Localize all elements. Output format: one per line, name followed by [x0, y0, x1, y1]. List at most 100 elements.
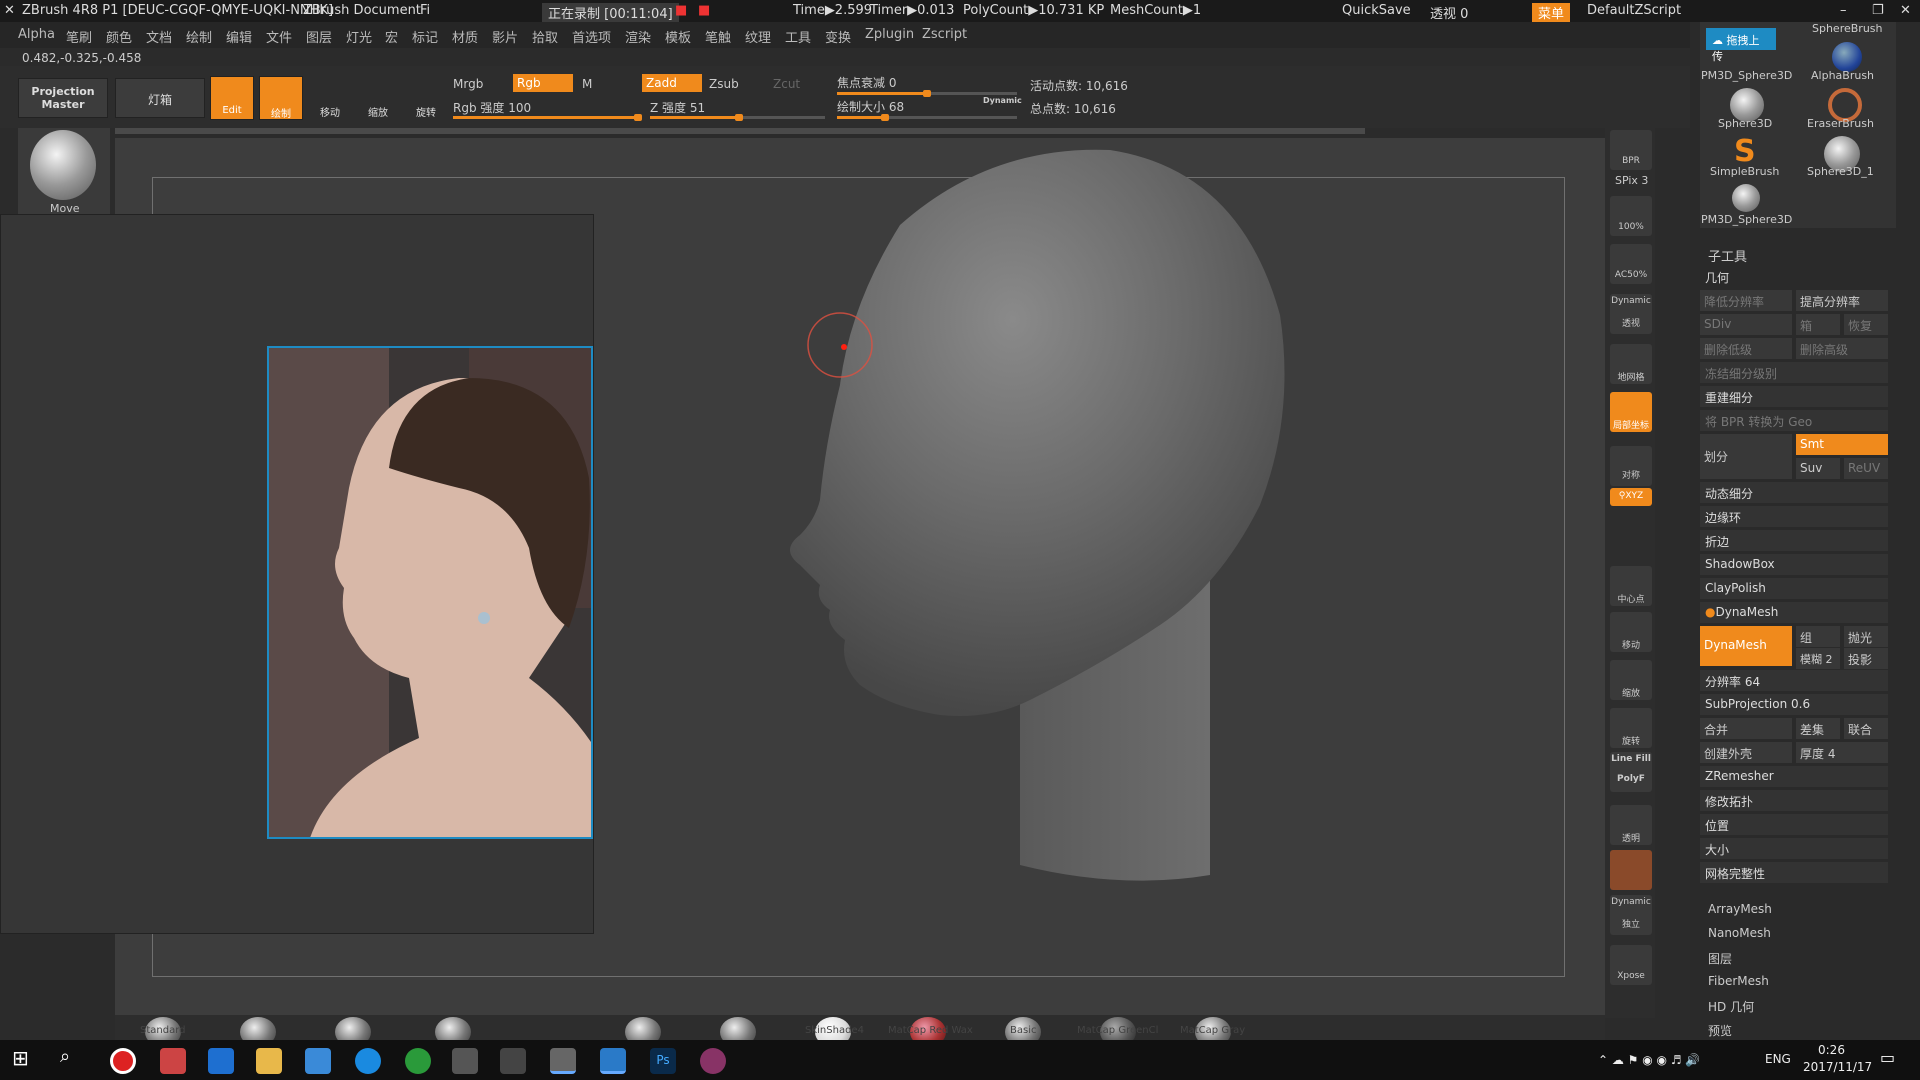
crease-section[interactable]: 折边	[1700, 530, 1888, 551]
tool-eraserbrush[interactable]: EraserBrush	[1807, 117, 1874, 130]
menu-file[interactable]: 文件	[266, 27, 292, 46]
move-view-button[interactable]: 移动	[1610, 612, 1652, 652]
subtool-header[interactable]: 子工具	[1708, 246, 1747, 265]
lower-res-button[interactable]: 降低分辨率	[1700, 290, 1792, 311]
project-toggle[interactable]: 投影	[1844, 648, 1888, 669]
z-intensity-slider[interactable]	[650, 114, 825, 121]
app-icon-5[interactable]	[305, 1048, 331, 1074]
menu-draw[interactable]: 绘制	[186, 27, 212, 46]
menu-stencil[interactable]: 模板	[665, 27, 691, 46]
menu-stroke[interactable]: 笔触	[705, 27, 731, 46]
arraymesh-section[interactable]: ArrayMesh	[1708, 902, 1772, 916]
geometry-header[interactable]: 几何	[1700, 266, 1888, 287]
cage-button[interactable]: 箱	[1796, 314, 1840, 335]
m-button[interactable]: M	[582, 77, 592, 91]
app-icon-3[interactable]	[208, 1048, 234, 1074]
menu-light[interactable]: 灯光	[346, 27, 372, 46]
menu-macro[interactable]: 宏	[385, 27, 398, 46]
merge-button[interactable]: 合并	[1700, 718, 1792, 739]
create-shell-button[interactable]: 创建外壳	[1700, 742, 1792, 763]
rgb-intensity-slider[interactable]	[453, 114, 642, 121]
menu-color[interactable]: 颜色	[106, 27, 132, 46]
shadowbox-section[interactable]: ShadowBox	[1700, 554, 1888, 575]
quicksave-button[interactable]: QuickSave	[1342, 3, 1411, 18]
xyz-button[interactable]: ⚲XYZ	[1610, 488, 1652, 506]
union-button[interactable]: 联合	[1844, 718, 1888, 739]
blur-slider[interactable]: 模糊 2	[1796, 648, 1840, 669]
linefill-button[interactable]: Line Fill PolyF	[1610, 752, 1652, 792]
menu-marker[interactable]: 标记	[412, 27, 438, 46]
zoom-view-button[interactable]: 缩放	[1610, 660, 1652, 700]
claypolish-section[interactable]: ClayPolish	[1700, 578, 1888, 599]
upload-button[interactable]: ☁ 拖拽上传	[1706, 28, 1776, 63]
symmetry-button[interactable]: 对称	[1610, 446, 1652, 486]
menu-edit[interactable]: 编辑	[226, 27, 252, 46]
difference-button[interactable]: 差集	[1796, 718, 1840, 739]
dynamesh-section[interactable]: ●DynaMesh	[1700, 602, 1888, 623]
subprojection-slider[interactable]: SubProjection 0.6	[1700, 694, 1888, 715]
bpr-to-geo-button[interactable]: 将 BPR 转换为 Geo	[1700, 410, 1888, 431]
record-app-icon[interactable]	[110, 1048, 136, 1074]
menu-preferences[interactable]: 首选项	[572, 27, 611, 46]
lang-indicator[interactable]: ENG	[1765, 1052, 1791, 1066]
menu-render[interactable]: 渲染	[625, 27, 651, 46]
freeze-subdiv-button[interactable]: 冻结细分级别	[1700, 362, 1888, 383]
clock-date[interactable]: 2017/11/17	[1803, 1060, 1872, 1074]
resolution-slider[interactable]: 分辨率 64	[1700, 670, 1888, 691]
tool-sphere3d-1[interactable]: Sphere3D_1	[1807, 165, 1874, 178]
group-toggle[interactable]: 组	[1796, 626, 1840, 647]
modify-topology-section[interactable]: 修改拓扑	[1700, 790, 1888, 811]
hd-geometry-section[interactable]: HD 几何	[1708, 998, 1754, 1015]
record-stop-icon[interactable]: ■	[675, 3, 687, 18]
draw-size-slider[interactable]	[837, 114, 1017, 121]
tool-pm3d-sphere[interactable]: PM3D_Sphere3D	[1701, 69, 1792, 82]
layers-section[interactable]: 图层	[1708, 950, 1732, 967]
transparency-slider[interactable]: 透视 0	[1430, 3, 1468, 22]
perspective-button[interactable]: Dynamic 透视	[1610, 294, 1652, 334]
canvas-scrollbar[interactable]	[115, 128, 1365, 134]
tool-pm3d-sphere-2[interactable]: PM3D_Sphere3D	[1701, 213, 1792, 226]
fibermesh-section[interactable]: FiberMesh	[1708, 974, 1769, 988]
app-icon-2[interactable]	[160, 1048, 186, 1074]
edit-button[interactable]: Edit	[210, 76, 254, 120]
zadd-button[interactable]: Zadd	[642, 74, 702, 92]
higher-res-button[interactable]: 提高分辨率	[1796, 290, 1888, 311]
zoom100-button[interactable]: 100%	[1610, 196, 1652, 236]
rotate-button[interactable]: 旋转	[404, 76, 448, 120]
zremesher-section[interactable]: ZRemesher	[1700, 766, 1888, 787]
del-lower-button[interactable]: 删除低级	[1700, 338, 1792, 359]
brush-thumbnail[interactable]: Move	[18, 128, 110, 215]
menu-picker[interactable]: 拾取	[532, 27, 558, 46]
edgeloop-section[interactable]: 边缘环	[1700, 506, 1888, 527]
preview-section[interactable]: 预览	[1708, 1022, 1732, 1039]
fi-toggle[interactable]: Fi	[420, 3, 430, 18]
floor-button[interactable]: 地网格	[1610, 344, 1652, 384]
tool-spherebrush[interactable]: SphereBrush	[1812, 22, 1883, 35]
zsub-button[interactable]: Zsub	[709, 77, 739, 91]
menu-zplugin[interactable]: Zplugin	[865, 27, 914, 42]
app-icon-9[interactable]	[500, 1048, 526, 1074]
polish-toggle[interactable]: 抛光	[1844, 626, 1888, 647]
move-button[interactable]: 移动	[308, 76, 352, 120]
zcut-button[interactable]: Zcut	[773, 77, 800, 91]
divide-button[interactable]: 划分	[1700, 434, 1792, 479]
maximize-icon[interactable]: ❐	[1872, 3, 1884, 18]
clock-time[interactable]: 0:26	[1818, 1043, 1845, 1057]
menu-layer[interactable]: 图层	[306, 27, 332, 46]
menu-texture[interactable]: 纹理	[745, 27, 771, 46]
sdiv-slider[interactable]: SDiv	[1700, 314, 1792, 335]
lightbox-button[interactable]: 灯箱	[115, 78, 205, 118]
menu-movie[interactable]: 影片	[492, 27, 518, 46]
draw-button[interactable]: 绘制	[259, 76, 303, 120]
rgb-button[interactable]: Rgb	[513, 74, 573, 92]
dynamesh-button[interactable]: DynaMesh	[1700, 626, 1792, 666]
dynamic-toggle[interactable]: Dynamic	[983, 96, 1022, 105]
app-icon-7[interactable]	[405, 1048, 431, 1074]
reuv-button[interactable]: ReUV	[1844, 458, 1888, 479]
record-pause-icon[interactable]: ■	[698, 3, 710, 18]
restore-button[interactable]: 恢复	[1844, 314, 1888, 335]
del-higher-button[interactable]: 删除高级	[1796, 338, 1888, 359]
size-section[interactable]: 大小	[1700, 838, 1888, 859]
menu-document[interactable]: 文档	[146, 27, 172, 46]
photoshop-icon[interactable]: Ps	[650, 1048, 676, 1074]
